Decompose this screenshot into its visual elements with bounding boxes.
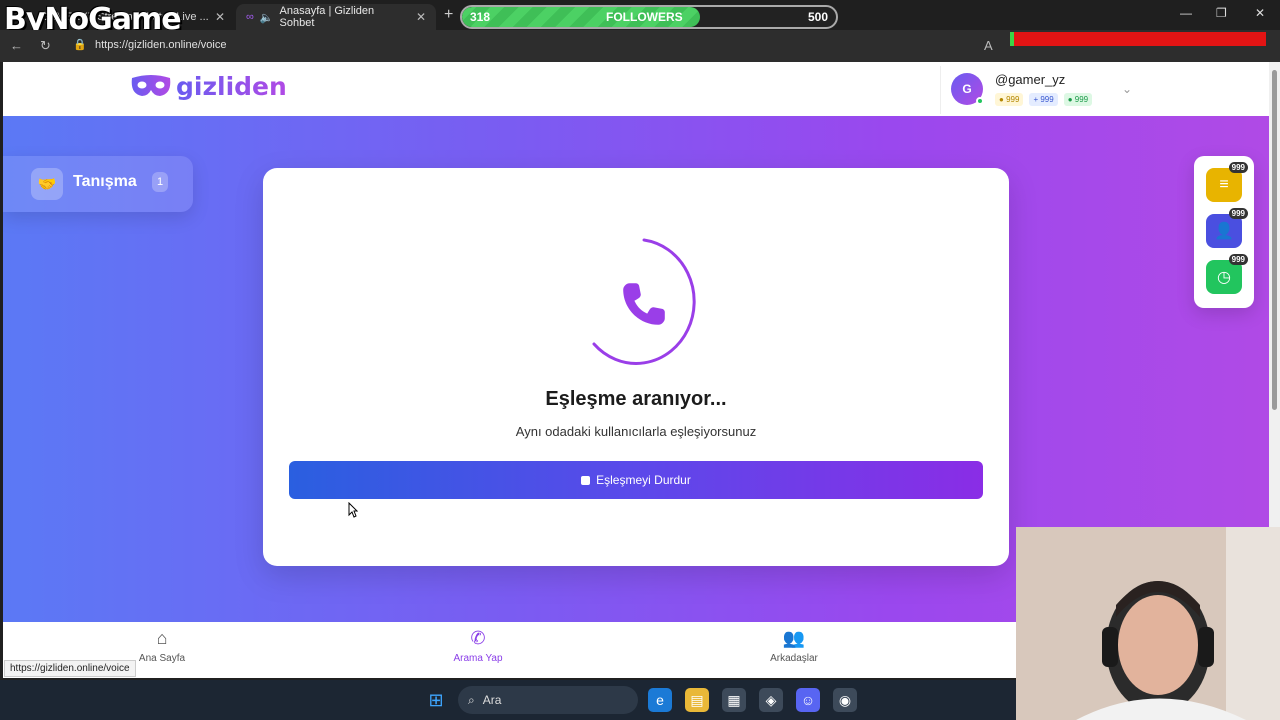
matching-card: Eşleşme aranıyor... Aynı odadaki kullanı… xyxy=(263,168,1009,566)
nav-label: Arkadaşlar xyxy=(770,653,818,664)
clock-icon: ◷ xyxy=(1217,269,1231,286)
streamer-image xyxy=(1016,527,1280,720)
phone-icon xyxy=(623,283,665,325)
user-menu[interactable]: G @gamer_yz ● 999 + 999 ● 999 ⌄ xyxy=(940,66,1144,114)
nav-label: Ana Sayfa xyxy=(138,653,186,664)
app-icon[interactable]: ◈ xyxy=(759,688,783,712)
nav-label: Arama Yap xyxy=(453,653,503,664)
handshake-icon: 🤝 xyxy=(31,168,63,200)
close-icon[interactable]: ✕ xyxy=(416,10,426,24)
add-user-button[interactable]: 👤 999 xyxy=(1206,208,1248,248)
stop-matching-button[interactable]: Eşleşmeyi Durdur xyxy=(289,461,983,499)
clock-button[interactable]: ◷ 999 xyxy=(1206,254,1248,294)
site-header: gizliden G @gamer_yz ● 999 + 999 ● 999 ⌄ xyxy=(3,62,1269,116)
stop-button-label: Eşleşmeyi Durdur xyxy=(596,473,691,487)
tab-title: Anasayfa | Gizliden Sohbet xyxy=(279,5,375,29)
followers-goal: 500 xyxy=(807,10,828,24)
followers-label: FOLLOWERS xyxy=(606,10,683,24)
close-window-icon[interactable]: ✕ xyxy=(1255,6,1265,20)
rewards-panel: ≡ 999 👤 999 ◷ 999 xyxy=(1194,156,1254,308)
status-bar-url: https://gizliden.online/voice xyxy=(4,660,136,677)
back-icon[interactable]: ← xyxy=(10,38,23,53)
time-chip: ● 999 xyxy=(1063,93,1093,106)
friends-chip: + 999 xyxy=(1029,93,1058,106)
windows-taskbar: ⊞ ⌕ Ara e ▤ ▦ ◈ ☺ ◉ xyxy=(0,680,1016,720)
brand-name: gizliden xyxy=(176,72,287,101)
search-placeholder: Ara xyxy=(482,693,502,707)
taskbar-search[interactable]: ⌕ Ara xyxy=(458,686,638,714)
url-field[interactable]: https://gizliden.online/voice xyxy=(95,39,226,51)
home-icon: ⌂ xyxy=(156,628,168,648)
sidebar-item-label: Tanışma xyxy=(73,173,137,190)
search-icon: ⌕ xyxy=(468,692,475,707)
mask-icon: ∞ xyxy=(246,11,254,23)
nav-friends[interactable]: 👥 Arkadaşlar xyxy=(749,628,839,664)
close-icon[interactable]: ✕ xyxy=(215,10,225,24)
scrollbar-thumb[interactable] xyxy=(1272,70,1277,410)
time-badge: 999 xyxy=(1228,254,1248,265)
coins-value: 999 xyxy=(1006,95,1020,104)
clock-icon: ● xyxy=(1067,95,1073,104)
speaker-icon[interactable]: 🔈 xyxy=(260,11,274,24)
webcam-feed xyxy=(1016,527,1280,720)
store-icon[interactable]: ▦ xyxy=(722,688,746,712)
coins-chip: ● 999 xyxy=(995,93,1024,106)
card-subtitle: Aynı odadaki kullanıcılarla eşleşiyorsun… xyxy=(515,424,757,439)
coins-icon: ● xyxy=(999,95,1004,104)
tab-gizliden[interactable]: ∞ 🔈 Anasayfa | Gizliden Sohbet ✕ xyxy=(236,4,436,30)
mouse-cursor-icon xyxy=(348,502,358,518)
nav-call[interactable]: ✆ Arama Yap xyxy=(433,628,523,664)
coins-icon: ≡ xyxy=(1219,176,1229,193)
add-user-icon: 👤 xyxy=(1214,223,1234,240)
username: @gamer_yz xyxy=(995,72,1066,87)
read-aloud-icon[interactable]: A xyxy=(984,38,993,53)
friends-badge: 999 xyxy=(1228,208,1248,219)
maximize-icon[interactable]: ❐ xyxy=(1216,6,1227,20)
reload-icon[interactable]: ↻ xyxy=(40,38,51,54)
minimize-icon[interactable]: — xyxy=(1180,6,1192,20)
sidebar-item-count: 1 xyxy=(152,172,169,192)
followers-goal-bar: 318 FOLLOWERS 500 xyxy=(460,5,838,29)
folder-icon[interactable]: ▤ xyxy=(685,688,709,712)
banner-accent xyxy=(1010,32,1014,46)
discord-icon[interactable]: ☺ xyxy=(796,688,820,712)
mask-icon xyxy=(131,74,171,96)
followers-current: 318 xyxy=(470,10,491,24)
coins-badge: 999 xyxy=(1228,162,1248,173)
sidebar-item-tanisma[interactable]: 🤝 Tanışma 1 xyxy=(3,156,193,212)
online-indicator xyxy=(976,97,984,105)
friends-value: 999 xyxy=(1040,95,1054,104)
coins-button[interactable]: ≡ 999 xyxy=(1206,162,1248,202)
avatar[interactable]: G xyxy=(951,73,984,105)
time-value: 999 xyxy=(1074,95,1089,104)
lock-icon[interactable]: 🔒 xyxy=(73,38,87,51)
edge-icon[interactable]: e xyxy=(648,688,672,712)
stop-icon xyxy=(581,475,591,485)
phone-icon: ✆ xyxy=(470,628,486,648)
loading-spinner xyxy=(592,238,696,365)
windows-start-icon[interactable]: ⊞ xyxy=(424,688,448,712)
nav-home[interactable]: ⌂ Ana Sayfa xyxy=(117,628,207,664)
plus-icon[interactable]: + xyxy=(444,6,453,24)
chevron-down-icon[interactable]: ⌄ xyxy=(1122,82,1132,96)
avatar-letter: G xyxy=(962,82,972,96)
user-stats: ● 999 + 999 ● 999 xyxy=(995,93,1093,106)
add-user-icon: + xyxy=(1033,95,1039,104)
card-title: Eşleşme aranıyor... xyxy=(545,388,727,410)
users-icon: 👥 xyxy=(782,628,806,648)
alert-banner xyxy=(1010,32,1266,46)
obs-icon[interactable]: ◉ xyxy=(833,688,857,712)
site-logo[interactable]: gizliden xyxy=(130,72,287,101)
